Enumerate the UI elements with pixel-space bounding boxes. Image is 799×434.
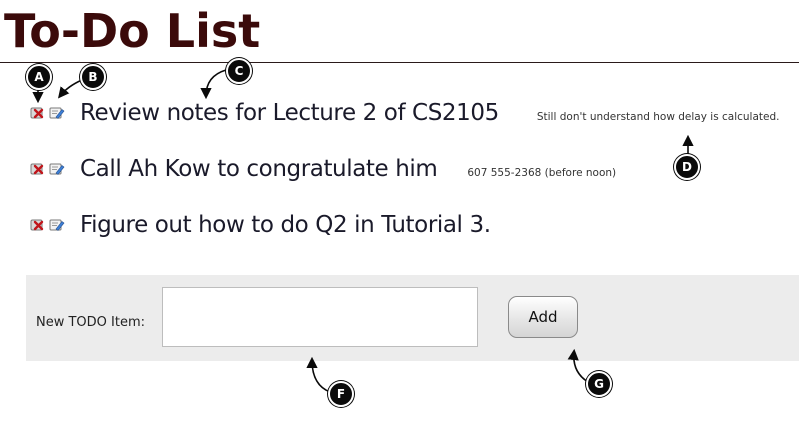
new-item-input[interactable] [162,287,478,347]
callout-f: F [328,381,354,407]
todo-text: Review notes for Lecture 2 of CS2105 [80,100,499,126]
new-item-label: New TODO Item: [36,315,146,330]
todo-item: Figure out how to do Q2 in Tutorial 3. [30,212,491,238]
todo-text: Figure out how to do Q2 in Tutorial 3. [80,212,491,238]
edit-icon[interactable] [49,106,65,120]
todo-item: Review notes for Lecture 2 of CS2105 Sti… [30,100,780,126]
todo-note: 607 555-2368 (before noon) [467,167,617,179]
callout-g: G [586,371,612,397]
callout-a: A [26,64,52,90]
callout-d: D [674,154,700,180]
todo-item: Call Ah Kow to congratulate him 607 555-… [30,156,616,182]
callout-c: C [226,58,252,84]
delete-icon[interactable] [30,106,46,120]
edit-icon[interactable] [49,162,65,176]
new-item-form: New TODO Item: Add [26,275,799,361]
item-actions [30,162,80,176]
todo-note: Still don't understand how delay is calc… [536,111,780,123]
title-divider [0,62,799,63]
item-actions [30,106,80,120]
add-button[interactable]: Add [508,296,578,338]
edit-icon[interactable] [49,218,65,232]
todo-text: Call Ah Kow to congratulate him [80,156,438,182]
callout-b: B [80,64,106,90]
page-title: To-Do List [4,4,261,58]
item-actions [30,218,80,232]
delete-icon[interactable] [30,218,46,232]
todo-page: To-Do List Review notes for Lecture 2 of… [0,0,799,434]
delete-icon[interactable] [30,162,46,176]
